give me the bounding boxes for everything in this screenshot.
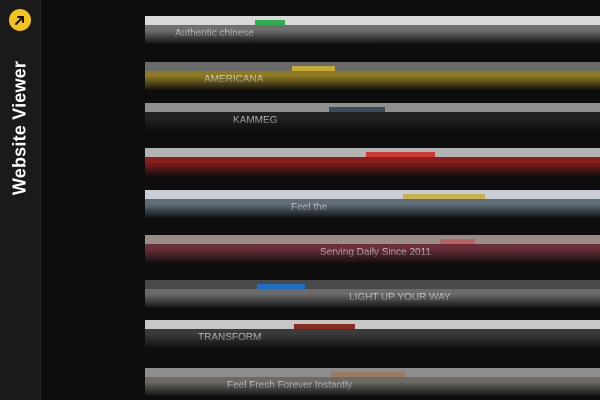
thumbnail-accent [329,107,385,112]
arrow-icon [15,16,24,25]
website-list: Authentic chinese AMERICANA KAMMEG Feel the… [40,0,600,400]
thumbnail-accent [294,324,355,329]
thumbnail-accent [403,194,485,199]
thumbnail-header [145,16,600,25]
website-thumbnail-5[interactable]: Feel the [145,190,600,218]
thumbnail-label: Feel the [291,202,328,213]
app-logo-icon[interactable] [9,9,31,31]
thumbnail-label: AMERICANA [204,74,264,85]
thumbnail-label: Serving Daily Since 2011 [320,247,431,258]
thumbnail-accent [257,284,305,289]
thumbnail-accent [440,239,475,244]
thumbnail-label: TRANSFORM [198,332,262,343]
thumbnail-header [145,235,600,244]
thumbnail-accent [366,152,435,157]
thumbnail-body [145,377,600,396]
website-thumbnail-6[interactable]: Serving Daily Since 2011 [145,235,600,263]
thumbnail-label: KAMMEG [233,115,278,126]
thumbnail-accent [255,20,285,25]
website-thumbnail-3[interactable]: KAMMEG [145,103,600,131]
thumbnail-header [145,280,600,289]
thumbnail-header [145,190,600,199]
website-thumbnail-2[interactable]: AMERICANA [145,62,600,90]
thumbnail-label: LIGHT UP YOUR WAY [349,292,451,303]
thumbnail-header [145,320,600,329]
website-thumbnail-4[interactable] [145,148,600,176]
thumbnail-label: Authentic chinese [175,28,254,39]
left-sidebar: Website Viewer [0,0,41,400]
thumbnail-header [145,62,600,71]
thumbnail-body [145,157,600,176]
website-thumbnail-9[interactable]: Feel Fresh Forever Instantly [145,368,600,396]
app-title: Website Viewer [9,60,30,196]
website-thumbnail-7[interactable]: LIGHT UP YOUR WAY [145,280,600,308]
website-thumbnail-8[interactable]: TRANSFORM [145,320,600,348]
thumbnail-label: Feel Fresh Forever Instantly [227,380,353,391]
thumbnail-body [145,199,600,218]
thumbnail-accent [292,66,335,71]
thumbnail-accent [331,372,405,377]
thumbnail-body [145,112,600,131]
website-thumbnail-1[interactable]: Authentic chinese [145,16,600,44]
